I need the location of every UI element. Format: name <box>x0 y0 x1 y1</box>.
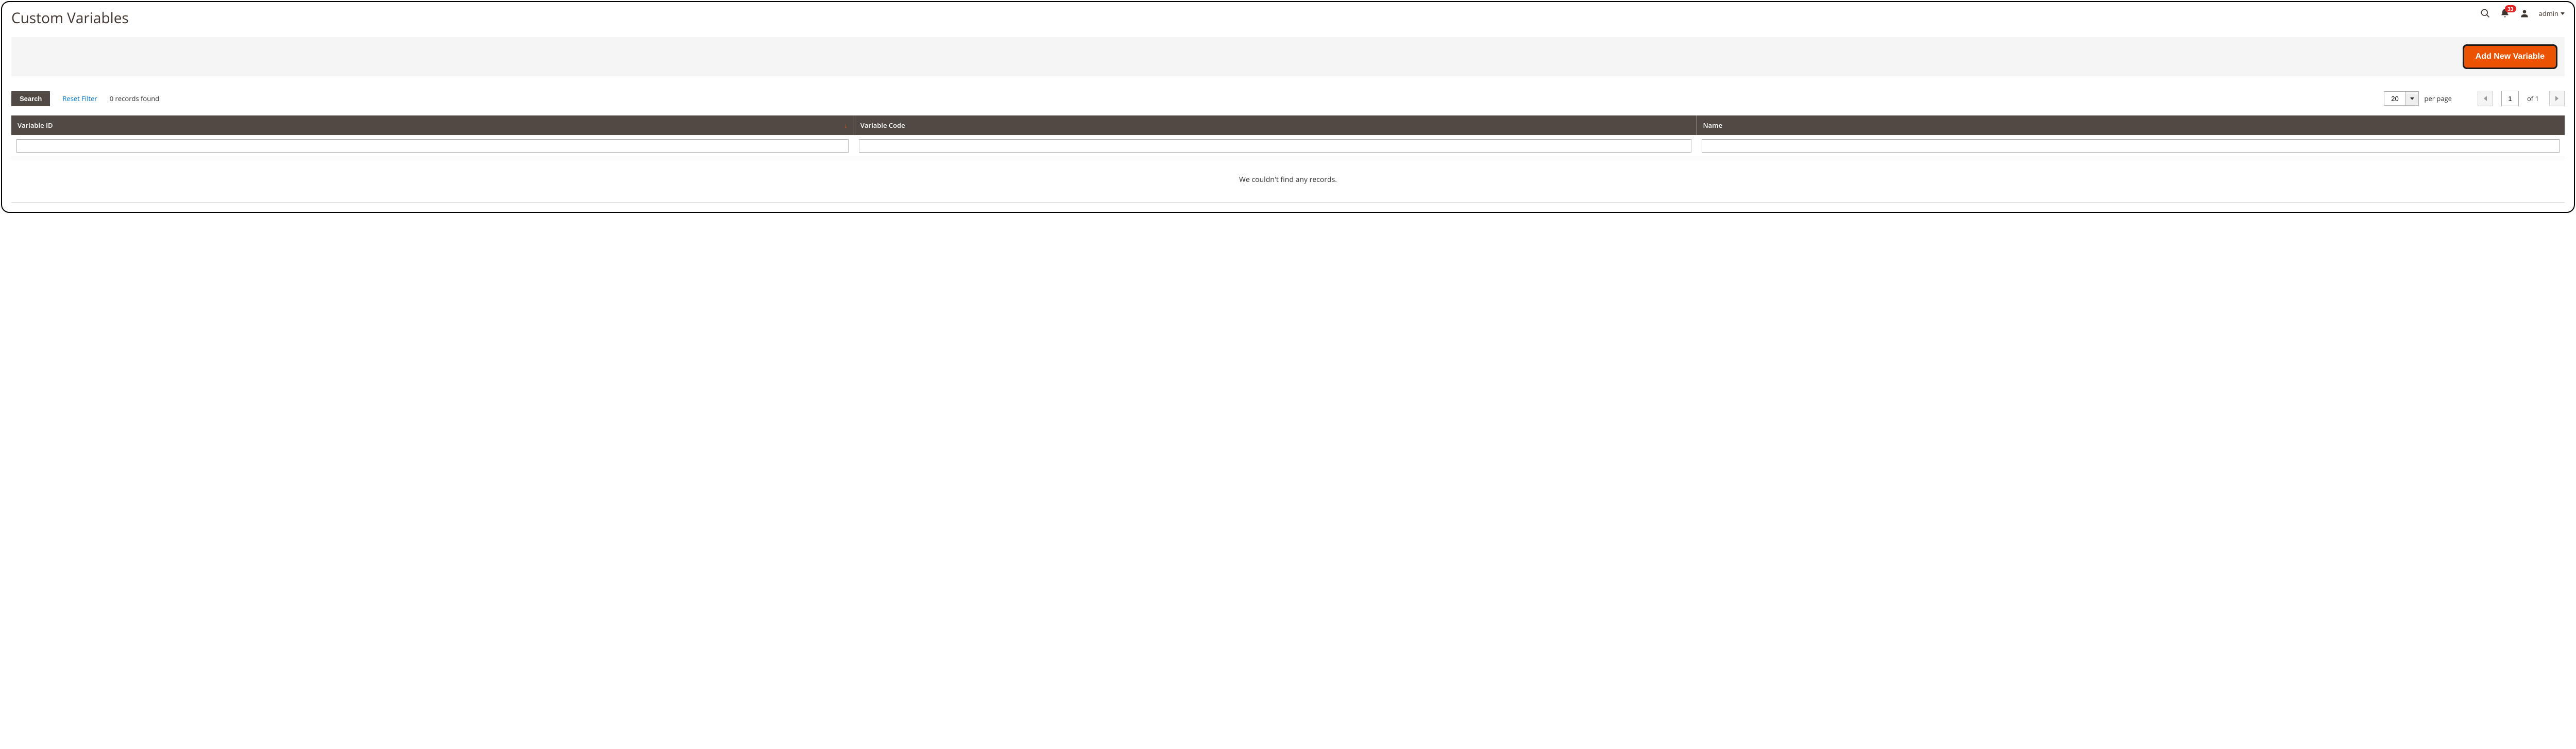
reset-filter-link[interactable]: Reset Filter <box>62 94 97 103</box>
chevron-down-icon <box>2410 97 2414 100</box>
next-page-button[interactable] <box>2549 91 2565 106</box>
admin-user-label: admin <box>2539 9 2558 18</box>
admin-user-menu[interactable]: admin <box>2539 9 2565 18</box>
filter-row <box>11 135 2565 157</box>
sort-arrow-icon: ↓ <box>844 121 848 130</box>
notification-badge: 33 <box>2505 5 2516 12</box>
page-title: Custom Variables <box>11 8 129 28</box>
col-variable-code[interactable]: Variable Code <box>854 115 1696 135</box>
chevron-left-icon <box>2484 96 2487 101</box>
total-pages-label: of 1 <box>2527 94 2539 103</box>
search-button[interactable]: Search <box>11 91 50 106</box>
search-icon[interactable] <box>2480 8 2490 19</box>
variables-grid: Variable ID ↓ Variable Code Name We coul… <box>11 115 2565 203</box>
filter-name[interactable] <box>1702 139 2560 153</box>
per-page-label: per page <box>2424 94 2451 103</box>
action-bar: Add New Variable <box>11 37 2565 76</box>
page-size-input[interactable] <box>2384 92 2405 105</box>
filter-variable-id[interactable] <box>16 139 849 153</box>
col-name[interactable]: Name <box>1697 115 2565 135</box>
prev-page-button[interactable] <box>2478 91 2493 106</box>
account-icon[interactable] <box>2519 8 2530 19</box>
filter-variable-code[interactable] <box>859 139 1691 153</box>
header-actions: 33 admin <box>2480 8 2565 19</box>
col-variable-id[interactable]: Variable ID ↓ <box>11 115 854 135</box>
chevron-right-icon <box>2555 96 2558 101</box>
records-found: 0 records found <box>110 94 159 103</box>
add-new-variable-button[interactable]: Add New Variable <box>2463 44 2557 69</box>
current-page-input[interactable] <box>2501 91 2519 106</box>
empty-message: We couldn't find any records. <box>11 157 2565 203</box>
page-size-dropdown[interactable] <box>2405 92 2418 105</box>
empty-row: We couldn't find any records. <box>11 157 2565 203</box>
notifications-icon[interactable]: 33 <box>2500 8 2510 19</box>
caret-down-icon <box>2561 12 2565 15</box>
